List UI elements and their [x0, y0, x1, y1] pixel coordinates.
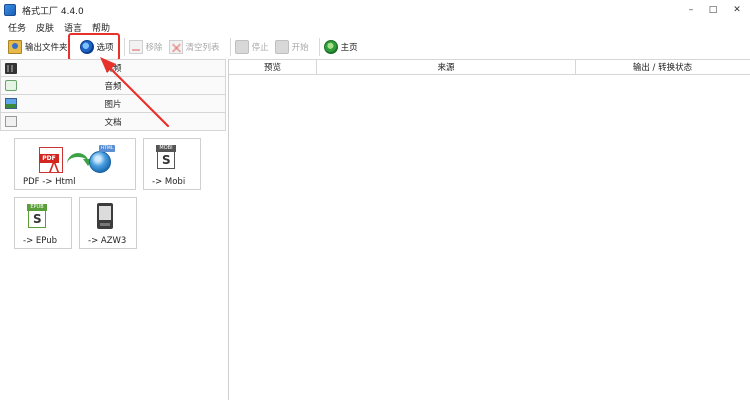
remove-label: 移除 [145, 43, 163, 53]
mobi-icon-text: MOBI [156, 145, 176, 152]
toolbar-separator [229, 38, 231, 56]
category-label: 图片 [104, 99, 122, 110]
tool-to-epub[interactable]: EPUB S -> EPub [14, 197, 72, 249]
remove-button[interactable]: 移除 [128, 36, 163, 58]
tool-label: -> Mobi [152, 177, 186, 187]
tool-label: PDF -> Html [23, 177, 76, 187]
stop-icon [234, 40, 249, 54]
acrobat-icon: ⋀ [49, 159, 60, 173]
stop-label: 停止 [251, 43, 269, 53]
remove-icon [128, 40, 143, 54]
convert-arrow-icon [67, 153, 93, 167]
category-document[interactable]: 文档 [0, 113, 226, 131]
tool-to-azw3[interactable]: -> AZW3 [79, 197, 137, 249]
window-title: 格式工厂 4.4.0 [22, 6, 84, 17]
stop-button[interactable]: 停止 [234, 36, 269, 58]
app-icon [4, 4, 16, 16]
globe-icon [89, 151, 111, 173]
tool-pdf-to-html[interactable]: PDF ⋀ HTML PDF -> Html [14, 138, 136, 190]
category-label: 文档 [104, 117, 122, 128]
epub-icon: EPUB S [27, 204, 47, 228]
minimize-button[interactable]: – [680, 0, 702, 20]
window-controls: – □ ✕ [680, 0, 750, 20]
toolbar-separator [123, 38, 125, 56]
tool-label: -> AZW3 [88, 236, 127, 246]
clear-list-button[interactable]: 清空列表 [168, 36, 220, 58]
home-label: 主页 [340, 43, 358, 53]
tool-to-mobi[interactable]: MOBI S -> Mobi [143, 138, 201, 190]
task-list-panel: 预览 来源 输出 / 转换状态 [228, 59, 750, 400]
maximize-button[interactable]: □ [702, 0, 724, 20]
column-output-status[interactable]: 输出 / 转换状态 [576, 60, 749, 74]
options-highlight-box [68, 33, 120, 61]
category-label: 音频 [104, 81, 122, 92]
close-button[interactable]: ✕ [724, 0, 750, 20]
left-panel: 视频 音频 图片 文档 PDF ⋀ HTML PDF -> Html MOBI … [0, 59, 226, 400]
video-icon [5, 63, 17, 74]
tool-label: -> EPub [23, 236, 58, 246]
category-audio[interactable]: 音频 [0, 77, 226, 95]
start-button[interactable]: 开始 [274, 36, 309, 58]
clear-list-label: 清空列表 [185, 43, 220, 53]
menu-task[interactable]: 任务 [8, 21, 26, 34]
category-image[interactable]: 图片 [0, 95, 226, 113]
mobi-icon: MOBI S [156, 145, 176, 169]
start-icon [274, 40, 289, 54]
html-tag-icon: HTML [99, 145, 115, 152]
category-label: 视频 [104, 64, 122, 74]
menu-skin[interactable]: 皮肤 [36, 21, 54, 34]
category-video[interactable]: 视频 [0, 59, 226, 77]
epub-icon-text: EPUB [27, 204, 47, 211]
output-folder-button[interactable]: 输出文件夹 [8, 36, 68, 58]
image-icon [5, 98, 17, 109]
clear-list-icon [168, 40, 183, 54]
home-button[interactable]: 主页 [323, 36, 358, 58]
column-preview[interactable]: 预览 [229, 60, 317, 74]
home-globe-icon [323, 40, 338, 54]
folder-icon [8, 40, 22, 54]
output-folder-label: 输出文件夹 [25, 43, 68, 53]
title-bar: 格式工厂 4.4.0 – □ ✕ [0, 0, 750, 20]
start-label: 开始 [291, 43, 309, 53]
document-icon [5, 116, 17, 127]
kindle-icon [97, 203, 113, 229]
column-source[interactable]: 来源 [317, 60, 576, 74]
audio-icon [5, 80, 17, 91]
table-header: 预览 来源 输出 / 转换状态 [229, 59, 750, 75]
toolbar-separator [318, 38, 320, 56]
